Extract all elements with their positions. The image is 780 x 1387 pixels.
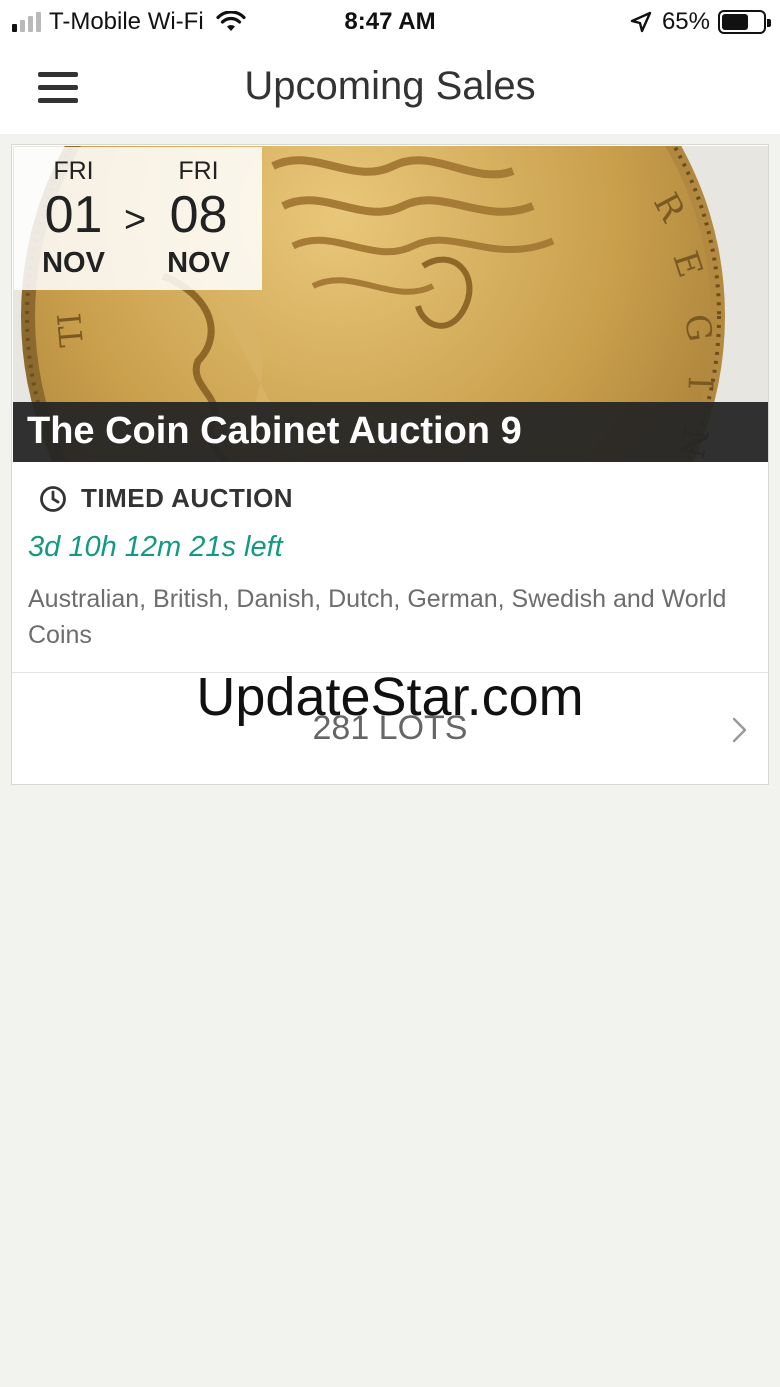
start-weekday: FRI [53, 157, 94, 185]
svg-text:TI: TI [50, 311, 91, 348]
lots-row[interactable]: 281 LOTS [12, 673, 768, 785]
sale-info: TIMED AUCTION 3d 10h 12m 21s left Austra… [12, 463, 768, 671]
battery-percent: 65% [661, 8, 710, 35]
sale-card[interactable]: R E G I N TI FRI 01 NOV > FRI 08 NOV The… [11, 144, 769, 785]
auction-type: TIMED AUCTION [81, 483, 294, 513]
nav-bar: Upcoming Sales [0, 44, 780, 134]
sale-hero-image[interactable]: R E G I N TI FRI 01 NOV > FRI 08 NOV The… [13, 146, 768, 462]
end-weekday: FRI [178, 157, 219, 185]
lots-count: 281 LOTS [312, 709, 468, 747]
start-day: 01 [44, 186, 103, 244]
status-bar: T-Mobile Wi-Fi 8:47 AM 65% [0, 0, 780, 44]
sale-title[interactable]: The Coin Cabinet Auction 9 [27, 410, 522, 453]
chevron-right-icon [732, 717, 747, 743]
battery-fill [722, 14, 748, 30]
sale-date-range: FRI 01 NOV > FRI 08 NOV [14, 147, 262, 290]
time-left: 3d 10h 12m 21s left [28, 531, 283, 563]
battery-cap [767, 19, 771, 27]
battery-icon [718, 10, 771, 34]
sale-description: Australian, British, Danish, Dutch, Germ… [28, 585, 727, 649]
auction-type-row: TIMED AUCTION [39, 483, 293, 514]
date-range-separator: > [124, 199, 147, 241]
end-day: 08 [169, 186, 228, 244]
sale-title-band: The Coin Cabinet Auction 9 [13, 402, 768, 462]
clock-icon [40, 485, 66, 512]
status-right: 65% [630, 8, 771, 36]
start-month: NOV [42, 247, 105, 279]
svg-text:G: G [676, 312, 719, 344]
end-month: NOV [167, 247, 230, 279]
svg-text:I: I [680, 376, 720, 391]
location-arrow-icon [630, 11, 652, 33]
page-title: Upcoming Sales [244, 64, 536, 108]
